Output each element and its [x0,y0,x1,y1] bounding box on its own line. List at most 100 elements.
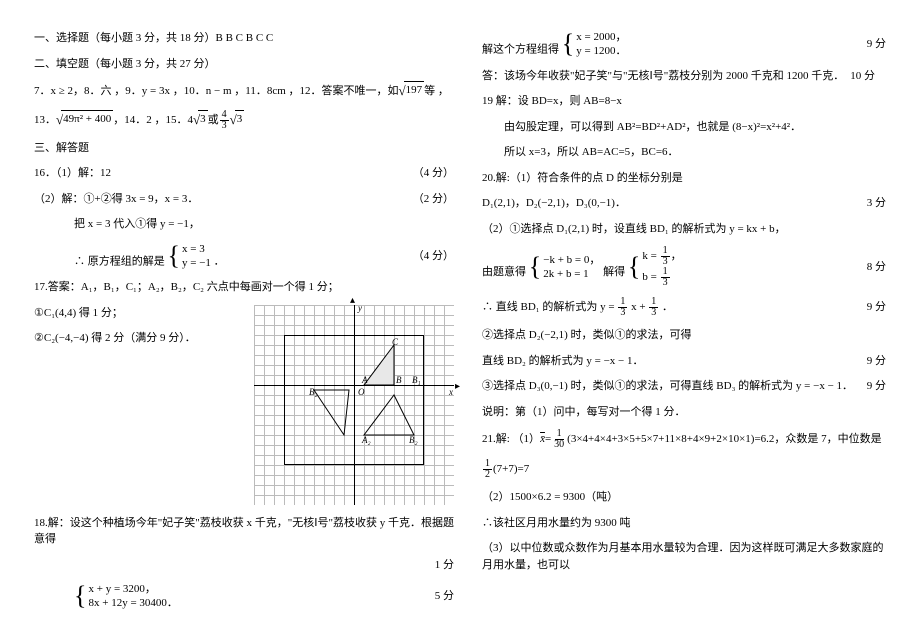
left-column: 一、选择题（每小题 3 分，共 18 分）B B C B C C 二、填空题（每… [20,30,468,627]
section3-title: 三、解答题 [34,140,454,157]
q16-sys-b: y = −1 [182,256,211,270]
r1: 解这个方程组得 x = 2000， y = 1200． 9 分 [482,30,886,59]
q20f: ②选择点 D₂(−2,1) 时，类似①的求法，可得 [482,327,886,344]
q16-2-text: （2）解：①+②得 3x = 9，x = 3． [34,191,198,208]
q16-1-text: 16．（1）解：12 [34,165,111,182]
q20e-mid: x + [631,301,648,313]
frac-slope-den: 3 [618,308,627,318]
section2-title: 二、填空题（每小题 3 分，共 27 分） [34,56,454,73]
q19c: 所以 x=3，所以 AB=AC=5，BC=6． [482,144,886,161]
A-label: A [362,375,368,385]
frac-4-3-num: 4 [220,110,229,121]
q7-12-end: 等 ， [424,83,449,100]
sqrt-3b-radicand: 3 [235,110,245,128]
q20e-pre: ∴ 直线 BD₁ 的解析式为 y = [482,301,617,313]
sqrt-pi-expr: 49π² + 400 [56,110,113,130]
q21a-post: (3×4+4×4+3×5+5×7+11×8+4×9+2×10×1)=6.2，众数… [567,431,881,448]
q16-sub2-post: ． [214,255,225,267]
frac-4-3-den: 3 [220,121,229,131]
q20d-sys2-a-pre: k = [642,250,659,262]
C-label: C [392,337,398,347]
q20b-score: 3 分 [867,195,886,212]
q7-12-text: 7．x ≥ 2，8．六 ，9．y = 3x ，10．n − m ，11．8cm … [34,83,399,100]
q18-score1-line: 1 分 [34,557,454,574]
q16-1-score: （4 分） [413,165,454,182]
q18-system: x + y = 3200， 8x + 12y = 30400． 5 分 [34,582,454,611]
q20g-score: 9 分 [867,353,886,370]
q16-2-score: （2 分） [413,191,454,208]
frac-1-30: 1 30 [552,429,566,450]
frac-1-2-den: 2 [483,470,492,480]
q13-or: 或 [208,112,219,129]
frac-b-den: 3 [661,278,670,288]
q20d-sys2-b-pre: b = [642,271,659,283]
frac-k: 1 3 [661,246,670,267]
frac-b: 1 3 [661,267,670,288]
q20d-sys2: k = 1 3 ， b = 1 3 [628,246,682,288]
q20b-text: D₁(2,1)，D₂(−2,1)，D₃(0,−1)． [482,195,626,212]
q20h-text: ③选择点 D₃(0,−1) 时，类似①的求法，可得直线 BD₃ 的解析式为 y … [482,378,853,395]
q16-sub2: ∴ 原方程组的解是 x = 3 y = −1 ． （4 分） [34,242,454,271]
q21b: 1 2 (7+7)=7 [482,459,886,480]
q21d: ∴该社区月用水量约为 9300 吨 [482,515,886,532]
q13-prefix: 13． [34,112,56,129]
q20b: D₁(2,1)，D₂(−2,1)，D₃(0,−1)． 3 分 [482,195,886,212]
r2: 答：该场今年收获"妃子笑"与"无核Ⅰ号"荔枝分别为 2000 千克和 1200 … [482,68,886,85]
r1-sys-b: y = 1200． [576,44,626,58]
q18-brace-system: x + y = 3200， 8x + 12y = 30400． [74,582,178,611]
r1-sys-a: x = 2000， [576,30,626,44]
coordinate-graph: ▸ ▴ O x y C B A B₁ A₂ B₂ B₂ [254,305,454,505]
r1-system: x = 2000， y = 1200． [562,30,627,59]
q20a: 20.解:（1）符合条件的点 D 的坐标分别是 [482,170,886,187]
q18-score2: 5 分 [435,588,454,605]
q20g-text: 直线 BD₂ 的解析式为 y = −x − 1． [482,353,643,370]
q18: 18.解：设这个种植场今年"妃子笑"荔枝收获 x 千克，"无核Ⅰ号"荔枝收获 y… [34,515,454,548]
section1-title: 一、选择题（每小题 3 分，共 18 分）B B C B C C [34,30,454,47]
q16-1: 16．（1）解：12 （4 分） [34,165,454,182]
q20d-pre: 由题意得 [482,266,529,278]
q20d-sys1-a: −k + b = 0， [543,253,600,267]
frac-4-3: 4 3 [220,110,229,131]
B1-label: B₁ [412,375,421,385]
frac-slope: 1 3 [618,297,627,318]
q20e-post: ． [662,301,673,313]
frac-1-30-den: 30 [552,440,566,450]
q21a-eq: = [545,431,551,448]
frac-intercept-den: 3 [649,308,658,318]
q20d: 由题意得 −k + b = 0， 2k + b = 1 解得 k = 1 3 ， [482,246,886,288]
q20d-sys1-b: 2k + b = 1 [543,267,600,281]
A2-label: A₂ [362,435,371,445]
frac-intercept: 1 3 [649,297,658,318]
B2-label: B₂ [309,387,318,397]
fill-blanks-13-15: 13． 49π² + 400 ，14．2 ，15．4 3 或 4 3 3 [34,110,454,131]
r2-text: 答：该场今年收获"妃子笑"与"无核Ⅰ号"荔枝分别为 2000 千克和 1200 … [482,68,844,85]
q21e: （3）以中位数或众数作为月基本用水量较为合理．因为这样既可满足大多数家庭的月用水… [482,540,886,573]
x-arrow-icon: ▸ [455,381,460,392]
q19a: 19 解：设 BD=x，则 AB=8−x [482,93,886,110]
q19b: 由勾股定理，可以得到 AB²=BD²+AD²，也就是 (8−x)²=x²+4²． [482,119,886,136]
q20e: ∴ 直线 BD₁ 的解析式为 y = 1 3 x + 1 3 ． 9 分 [482,297,886,318]
B2b-label: B₂ [409,435,418,445]
q16-sys-a: x = 3 [182,242,211,256]
q20d-score: 8 分 [867,259,886,276]
sqrt-197: 197 [399,81,425,101]
triangles-svg [254,305,454,505]
sqrt-3a: 3 [193,110,208,130]
q21a-pre: 21.解: （1） [482,431,540,448]
q17-graph-row: ①C₁(4,4) 得 1 分； ②C₂(−4,−4) 得 2 分（满分 9 分）… [34,305,454,505]
sqrt-3b: 3 [230,110,245,130]
q21c: （2）1500×6.2 = 9300（吨） [482,489,886,506]
q21a: 21.解: （1） x̄ = 1 30 (3×4+4×4+3×5+5×7+11×… [482,429,886,450]
q20c: （2）①选择点 D₁(2,1) 时，设直线 BD₁ 的解析式为 y = kx +… [482,221,886,238]
r1-pre: 解这个方程组得 [482,43,562,55]
q16-solution-system: x = 3 y = −1 [168,242,211,271]
q20g: 直线 BD₂ 的解析式为 y = −x − 1． 9 分 [482,353,886,370]
frac-1-2: 1 2 [483,459,492,480]
q13-mid: ，14．2 ，15．4 [113,112,193,129]
B-label: B [396,375,402,385]
q18-score1: 1 分 [435,557,454,574]
r1-score: 9 分 [867,36,886,53]
q20h-score: 9 分 [867,378,886,395]
q16-sub1: 把 x = 3 代入①得 y = −1， [34,216,454,233]
q18-sys-a: x + y = 3200， [88,582,177,596]
